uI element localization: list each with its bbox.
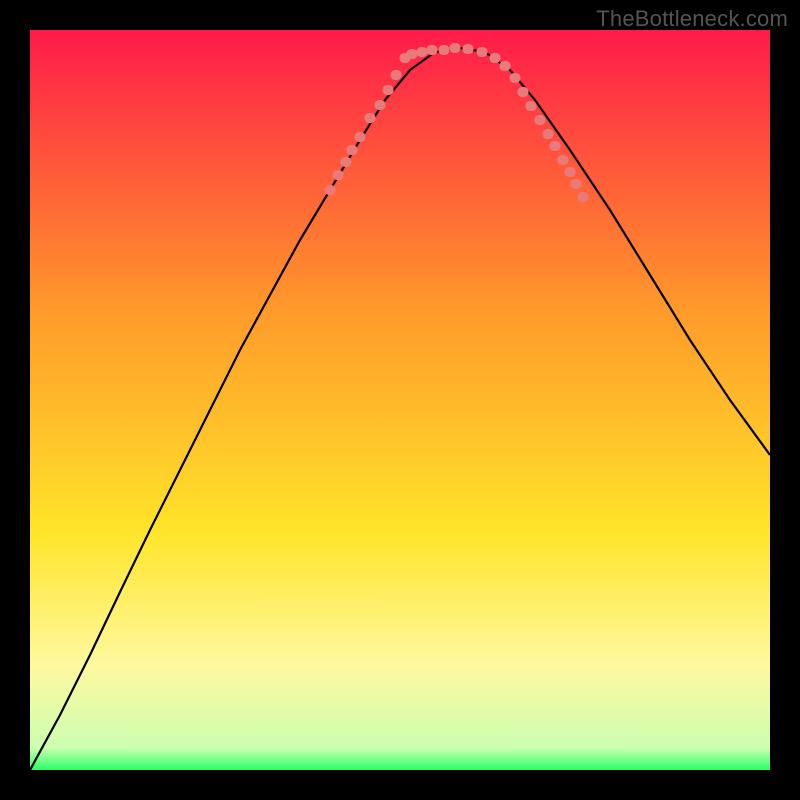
curve-marker	[571, 179, 582, 189]
curve-markers	[325, 43, 589, 202]
curve-marker	[407, 49, 418, 59]
curve-marker	[510, 73, 521, 83]
curve-marker	[391, 70, 402, 80]
curve-marker	[526, 101, 537, 111]
curve-marker	[427, 45, 438, 55]
chart-plot-area	[30, 30, 770, 770]
curve-marker	[578, 192, 589, 202]
watermark-text: TheBottleneck.com	[596, 6, 788, 32]
curve-marker	[375, 100, 386, 110]
curve-marker	[325, 185, 336, 195]
curve-marker	[500, 61, 511, 71]
curve-marker	[355, 132, 366, 142]
curve-marker	[439, 45, 450, 55]
curve-marker	[341, 157, 352, 167]
curve-marker	[490, 53, 501, 63]
curve-marker	[463, 44, 474, 54]
curve-marker	[550, 141, 561, 151]
curve-marker	[543, 129, 554, 139]
curve-marker	[558, 155, 569, 165]
curve-marker	[383, 85, 394, 95]
curve-marker	[565, 167, 576, 177]
curve-marker	[347, 145, 358, 155]
curve-marker	[477, 47, 488, 57]
curve-marker	[417, 47, 428, 57]
curve-marker	[333, 170, 344, 180]
curve-marker	[365, 113, 376, 123]
curve-marker	[450, 43, 461, 53]
curve-marker	[518, 87, 529, 97]
curve-marker	[535, 115, 546, 125]
curve-path	[30, 48, 770, 770]
bottleneck-curve	[30, 30, 770, 770]
